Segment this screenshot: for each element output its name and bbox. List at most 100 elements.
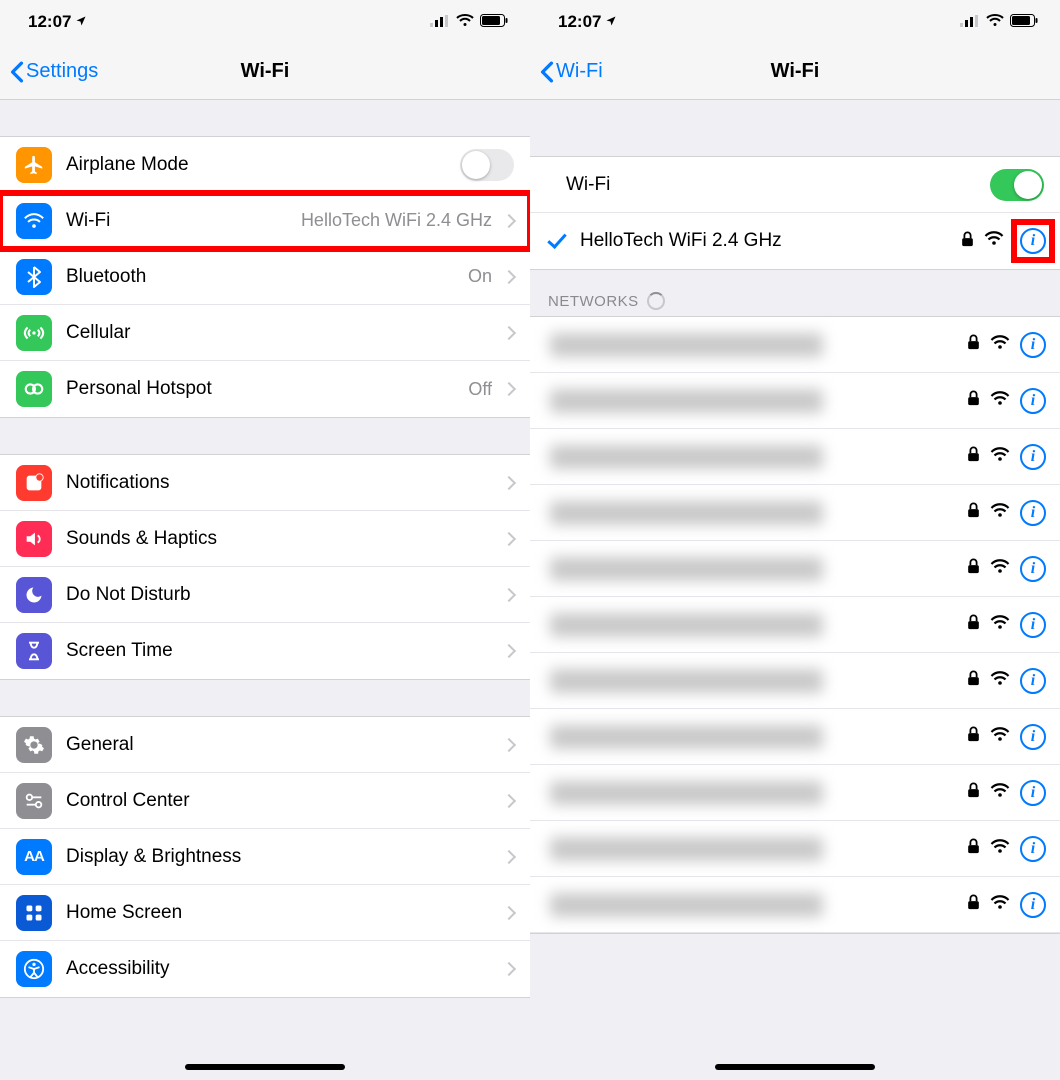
airplane-toggle[interactable]: [460, 149, 514, 181]
networks-list: i i i: [530, 316, 1060, 934]
row-label: Airplane Mode: [66, 154, 460, 176]
wifi-signal-icon: [990, 391, 1010, 411]
info-button[interactable]: i: [1020, 892, 1046, 918]
row-label: Cellular: [66, 322, 496, 344]
info-button[interactable]: i: [1020, 228, 1046, 254]
wifi-status-icon: [986, 12, 1004, 32]
row-control-center[interactable]: Control Center: [0, 773, 530, 829]
row-hotspot[interactable]: Personal Hotspot Off: [0, 361, 530, 417]
row-detail: On: [468, 266, 492, 287]
signal-icon: [430, 12, 450, 32]
network-name-blurred: [550, 613, 823, 637]
status-time: 12:07: [28, 12, 71, 32]
row-label: Control Center: [66, 790, 496, 812]
status-bar: 12:07: [0, 0, 530, 44]
wifi-signal-icon: [990, 727, 1010, 747]
row-homescreen[interactable]: Home Screen: [0, 885, 530, 941]
network-row[interactable]: i: [530, 373, 1060, 429]
info-button[interactable]: i: [1020, 444, 1046, 470]
network-row[interactable]: i: [530, 765, 1060, 821]
battery-icon: [480, 12, 508, 32]
info-button[interactable]: i: [1020, 780, 1046, 806]
lock-icon: [967, 838, 980, 859]
row-label: Home Screen: [66, 902, 496, 924]
info-button[interactable]: i: [1020, 724, 1046, 750]
check-icon: [547, 229, 566, 249]
row-accessibility[interactable]: Accessibility: [0, 941, 530, 997]
row-label: Display & Brightness: [66, 846, 496, 868]
nav-title: Wi-Fi: [530, 60, 1060, 83]
lock-icon: [967, 614, 980, 635]
home-indicator[interactable]: [185, 1064, 345, 1070]
wifi-screen: 12:07 Wi-Fi Wi-Fi Wi-Fi: [530, 0, 1060, 1080]
network-row[interactable]: i: [530, 653, 1060, 709]
chevron-icon: [502, 382, 516, 396]
status-bar: 12:07: [530, 0, 1060, 44]
lock-icon: [967, 390, 980, 411]
network-row[interactable]: i: [530, 821, 1060, 877]
back-label: Wi-Fi: [556, 60, 603, 83]
row-connected-network[interactable]: HelloTech WiFi 2.4 GHz i: [530, 213, 1060, 269]
network-name-blurred: [550, 837, 823, 861]
row-display[interactable]: AA Display & Brightness: [0, 829, 530, 885]
network-name-blurred: [550, 893, 823, 917]
network-row[interactable]: i: [530, 597, 1060, 653]
network-name-blurred: [550, 501, 823, 525]
lock-icon: [967, 446, 980, 467]
lock-icon: [967, 670, 980, 691]
wifi-icon: [16, 203, 52, 239]
home-indicator[interactable]: [715, 1064, 875, 1070]
row-dnd[interactable]: Do Not Disturb: [0, 567, 530, 623]
row-label: Notifications: [66, 472, 496, 494]
settings-group-2: Notifications Sounds & Haptics Do Not Di…: [0, 454, 530, 680]
back-button[interactable]: Settings: [10, 60, 98, 83]
info-button[interactable]: i: [1020, 556, 1046, 582]
network-row[interactable]: i: [530, 485, 1060, 541]
row-general[interactable]: General: [0, 717, 530, 773]
control-center-icon: [16, 783, 52, 819]
wifi-toggle[interactable]: [990, 169, 1044, 201]
network-name-blurred: [550, 669, 823, 693]
settings-group-3: General Control Center AA Display & Brig…: [0, 716, 530, 998]
network-row[interactable]: i: [530, 317, 1060, 373]
chevron-icon: [502, 531, 516, 545]
display-icon: AA: [16, 839, 52, 875]
row-cellular[interactable]: Cellular: [0, 305, 530, 361]
row-label: Bluetooth: [66, 266, 468, 288]
info-button[interactable]: i: [1020, 668, 1046, 694]
row-label: Accessibility: [66, 958, 496, 980]
row-wifi[interactable]: Wi-Fi HelloTech WiFi 2.4 GHz: [0, 193, 530, 249]
info-button[interactable]: i: [1020, 332, 1046, 358]
info-button[interactable]: i: [1020, 836, 1046, 862]
wifi-signal-icon: [984, 231, 1004, 251]
info-button[interactable]: i: [1020, 612, 1046, 638]
row-airplane-mode[interactable]: Airplane Mode: [0, 137, 530, 193]
network-row[interactable]: i: [530, 877, 1060, 933]
row-wifi-toggle[interactable]: Wi-Fi: [530, 157, 1060, 213]
network-name-blurred: [550, 445, 823, 469]
row-bluetooth[interactable]: Bluetooth On: [0, 249, 530, 305]
cellular-icon: [16, 315, 52, 351]
status-time: 12:07: [558, 12, 601, 32]
row-label: Screen Time: [66, 640, 496, 662]
settings-screen: 12:07 Settings Wi-Fi: [0, 0, 530, 1080]
wifi-signal-icon: [990, 447, 1010, 467]
wifi-signal-icon: [990, 895, 1010, 915]
network-row[interactable]: i: [530, 541, 1060, 597]
wifi-toggle-group: Wi-Fi HelloTech WiFi 2.4 GHz i: [530, 156, 1060, 270]
row-screentime[interactable]: Screen Time: [0, 623, 530, 679]
sounds-icon: [16, 521, 52, 557]
network-row[interactable]: i: [530, 429, 1060, 485]
row-notifications[interactable]: Notifications: [0, 455, 530, 511]
network-name-blurred: [550, 725, 823, 749]
row-detail: Off: [468, 379, 492, 400]
row-sounds[interactable]: Sounds & Haptics: [0, 511, 530, 567]
info-button[interactable]: i: [1020, 500, 1046, 526]
spinner-icon: [647, 292, 665, 310]
back-button[interactable]: Wi-Fi: [540, 60, 603, 83]
info-button[interactable]: i: [1020, 388, 1046, 414]
network-row[interactable]: i: [530, 709, 1060, 765]
network-name-blurred: [550, 781, 823, 805]
row-label: Do Not Disturb: [66, 584, 496, 606]
lock-icon: [967, 782, 980, 803]
